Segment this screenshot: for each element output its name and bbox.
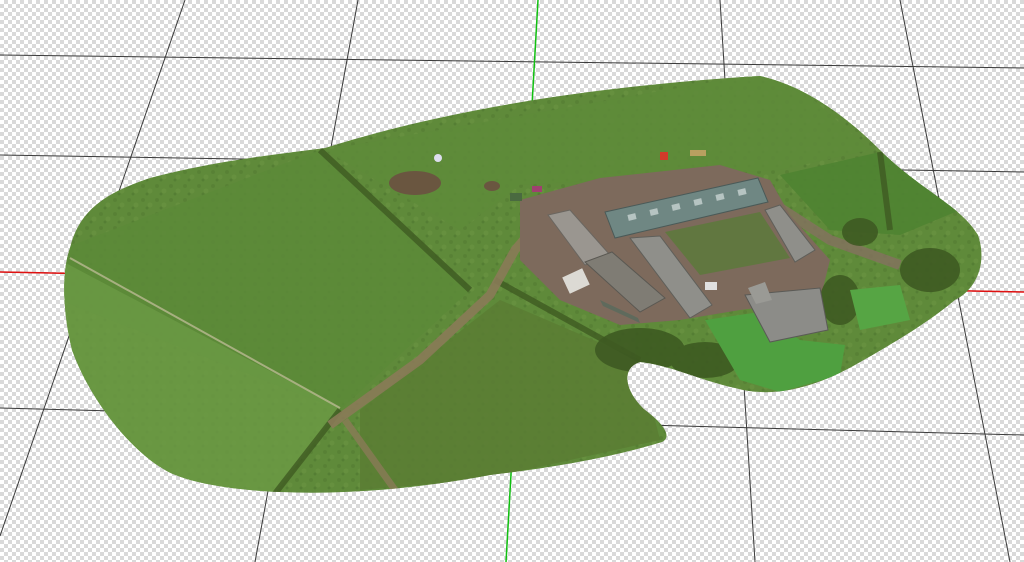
- dung-heap: [389, 171, 441, 195]
- 3d-viewport[interactable]: [0, 0, 1024, 562]
- farm-3d-model[interactable]: [0, 0, 1024, 562]
- scene-svg: [0, 0, 1024, 562]
